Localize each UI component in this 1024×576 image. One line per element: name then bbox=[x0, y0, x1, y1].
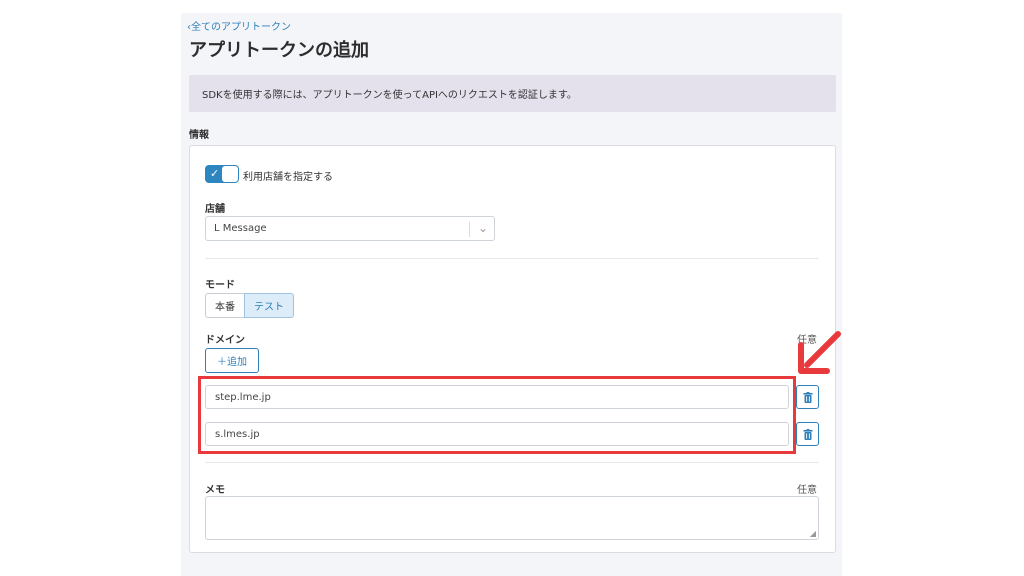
divider bbox=[205, 258, 819, 259]
store-select[interactable]: L Message ⌄ bbox=[205, 216, 495, 241]
trash-icon bbox=[803, 392, 813, 403]
toggle-knob bbox=[222, 166, 238, 182]
chevron-down-icon: ⌄ bbox=[477, 221, 488, 235]
memo-textarea[interactable]: ◢ bbox=[205, 496, 819, 540]
divider bbox=[205, 462, 819, 463]
store-toggle-label: 利用店舗を指定する bbox=[243, 172, 333, 183]
domain-label: ドメイン bbox=[205, 335, 245, 346]
red-arrow-icon bbox=[798, 331, 841, 374]
store-select-value: L Message bbox=[214, 223, 267, 234]
add-domain-button[interactable]: ＋追加 bbox=[205, 348, 259, 373]
page-title: アプリトークンの追加 bbox=[189, 40, 369, 61]
section-label-info: 情報 bbox=[189, 130, 209, 141]
resize-grip-icon[interactable]: ◢ bbox=[810, 530, 816, 538]
memo-label: メモ bbox=[205, 485, 225, 496]
info-card bbox=[189, 145, 836, 553]
store-label: 店舗 bbox=[205, 204, 225, 215]
delete-domain-button[interactable] bbox=[796, 422, 819, 446]
store-toggle[interactable]: ✓ bbox=[205, 165, 239, 183]
select-separator bbox=[469, 222, 470, 237]
mode-option-production[interactable]: 本番 bbox=[205, 293, 245, 318]
check-icon: ✓ bbox=[210, 167, 220, 180]
memo-optional-tag: 任意 bbox=[797, 485, 817, 496]
delete-domain-button[interactable] bbox=[796, 385, 819, 409]
back-to-app-tokens-link[interactable]: ‹全てのアプリトークン bbox=[187, 18, 291, 33]
mode-option-test[interactable]: テスト bbox=[244, 293, 294, 318]
info-banner-text: SDKを使用する際には、アプリトークンを使ってAPIへのリクエストを認証します。 bbox=[202, 90, 577, 101]
trash-icon bbox=[803, 429, 813, 440]
mode-label: モード bbox=[205, 280, 235, 291]
annotation-highlight-box bbox=[198, 376, 796, 454]
info-banner: SDKを使用する際には、アプリトークンを使ってAPIへのリクエストを認証します。 bbox=[189, 75, 836, 112]
